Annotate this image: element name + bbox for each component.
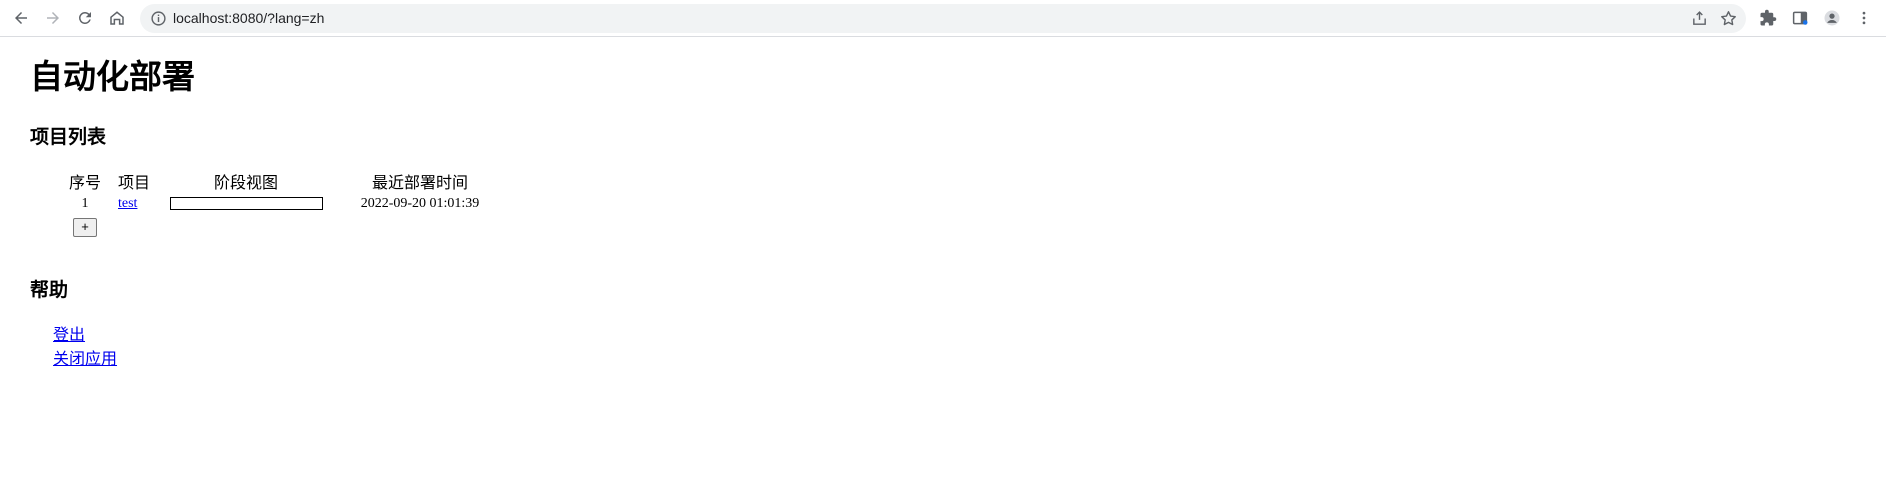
sidebar-button[interactable] xyxy=(1786,4,1814,32)
table-header-row: 序号 项目 阶段视图 最近部署时间 xyxy=(60,169,506,193)
stage-progress-bar xyxy=(169,197,323,211)
browser-toolbar: localhost:8080/?lang=zh xyxy=(0,0,1886,37)
address-bar[interactable]: localhost:8080/?lang=zh xyxy=(140,4,1746,33)
logout-link[interactable]: 登出 xyxy=(53,323,117,347)
profile-button[interactable] xyxy=(1818,4,1846,32)
projects-table: 序号 项目 阶段视图 最近部署时间 1 test 2022-09-20 01:0… xyxy=(60,169,506,237)
back-icon xyxy=(15,12,27,24)
reload-icon xyxy=(78,11,91,24)
table-row: 1 test 2022-09-20 01:01:39 xyxy=(60,193,506,215)
back-button[interactable] xyxy=(7,4,35,32)
help-links: 登出 关闭应用 xyxy=(53,323,117,371)
add-project-button[interactable]: + xyxy=(73,217,97,237)
projects-heading: 项目列表 xyxy=(30,126,107,148)
home-icon xyxy=(110,11,124,25)
share-icon[interactable] xyxy=(1691,10,1708,27)
forward-button[interactable] xyxy=(39,4,67,32)
column-header-project: 项目 xyxy=(118,173,151,192)
page-title: 自动化部署 xyxy=(30,57,195,96)
close-app-link[interactable]: 关闭应用 xyxy=(53,347,117,371)
column-header-number: 序号 xyxy=(68,173,101,192)
column-header-last-deploy: 最近部署时间 xyxy=(372,173,469,192)
menu-icon xyxy=(1862,11,1866,25)
menu-button[interactable] xyxy=(1850,4,1878,32)
sidebar-icon xyxy=(1792,11,1808,25)
project-link[interactable]: test xyxy=(118,196,137,211)
profile-icon xyxy=(1824,10,1840,26)
reload-button[interactable] xyxy=(71,4,99,32)
extensions-icon xyxy=(1760,9,1777,26)
page-content: 自动化部署 项目列表 序号 项目 阶段视图 最近部署时间 1 test 2022… xyxy=(0,37,1886,480)
star-icon[interactable] xyxy=(1719,9,1738,28)
url-text[interactable]: localhost:8080/?lang=zh xyxy=(173,4,324,33)
home-button[interactable] xyxy=(103,4,131,32)
extensions-button[interactable] xyxy=(1754,4,1782,32)
help-heading: 帮助 xyxy=(30,279,69,301)
forward-icon xyxy=(47,12,59,24)
column-header-stage-view: 阶段视图 xyxy=(214,173,279,192)
row-number: 1 xyxy=(81,196,89,211)
info-icon[interactable] xyxy=(150,10,167,27)
last-deploy-time: 2022-09-20 01:01:39 xyxy=(360,196,480,211)
add-row: + xyxy=(60,215,506,237)
